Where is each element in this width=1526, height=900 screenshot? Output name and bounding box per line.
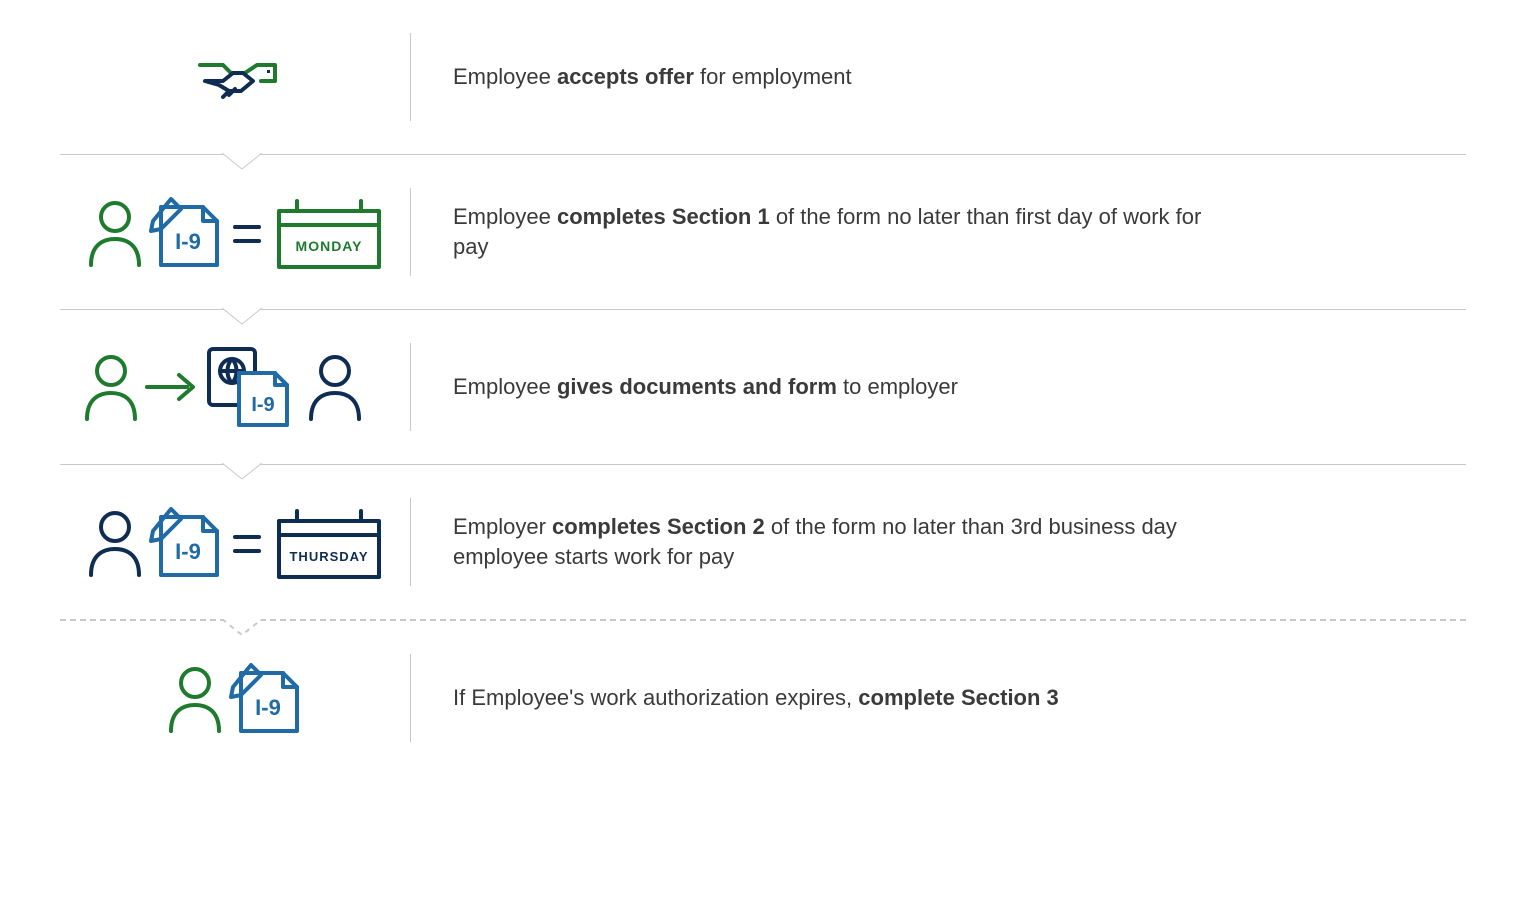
notch-icon [222,308,262,328]
step-1-icon [60,0,410,154]
step-4-text: Employer completes Section 2 of the form… [411,512,1213,571]
handshake-icon [175,37,295,117]
step-5: I-9 If Employee's work authorization exp… [60,621,1466,775]
notch-icon [222,153,262,173]
step-4: I-9 THURSDAY Employer completes Section … [60,465,1466,619]
step-2-icon: I-9 MONDAY [60,155,410,309]
notch-icon [222,619,262,639]
separator-4-dashed [60,619,1466,621]
calendar-day-label: THURSDAY [289,549,368,564]
form-label: I-9 [175,229,201,254]
step-3: I-9 Employee gives documents and form to… [60,310,1466,464]
step-5-text: If Employee's work authorization expires… [411,683,1059,713]
calendar-day-label: MONDAY [296,238,363,254]
separator-3 [60,464,1466,465]
form-label: I-9 [175,539,201,564]
separator-2 [60,309,1466,310]
form-label: I-9 [255,695,281,720]
step-3-text: Employee gives documents and form to emp… [411,372,958,402]
step-1: Employee accepts offer for employment [60,0,1466,154]
step-4-icon: I-9 THURSDAY [60,465,410,619]
step-2: I-9 MONDAY Employee completes Section 1 … [60,155,1466,309]
step-5-icon: I-9 [60,621,410,775]
step-1-text: Employee accepts offer for employment [411,62,852,92]
step-2-text: Employee completes Section 1 of the form… [411,202,1213,261]
separator-1 [60,154,1466,155]
notch-icon [222,463,262,483]
form-label: I-9 [251,394,274,416]
step-3-icon: I-9 [60,310,410,464]
